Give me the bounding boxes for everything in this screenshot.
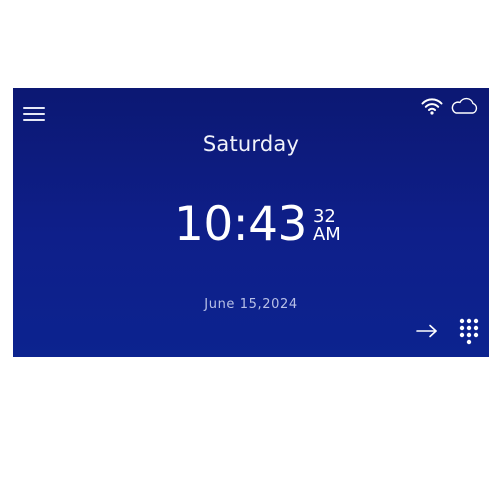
- date-display: June 15,2024: [204, 297, 298, 312]
- hamburger-menu-icon: [23, 107, 47, 121]
- keypad-button[interactable]: [457, 317, 481, 347]
- time-meridiem: AM: [312, 224, 341, 245]
- keypad-icon: [459, 318, 479, 345]
- next-button[interactable]: [415, 323, 439, 339]
- clock-display: 10:43 32 AM: [174, 201, 341, 248]
- menu-button[interactable]: [23, 107, 47, 123]
- arrow-right-icon: [416, 324, 437, 338]
- time-side: 32 AM: [313, 208, 341, 248]
- clock-screen: Saturday 10:43 32 AM June 15,2024: [13, 88, 489, 357]
- day-of-week: Saturday: [202, 132, 300, 156]
- cloud-icon: [451, 97, 478, 114]
- time-hours-minutes: 10:43: [174, 197, 307, 252]
- status-bar: [421, 97, 479, 115]
- wifi-icon: [421, 98, 443, 115]
